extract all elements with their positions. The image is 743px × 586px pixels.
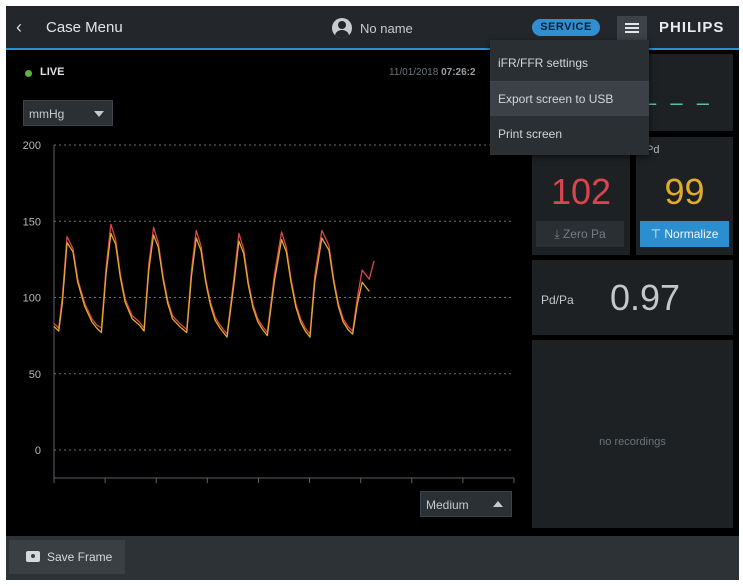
date-text: 11/01/2018 xyxy=(389,67,439,78)
timestamp: 11/01/2018 07:26:2 xyxy=(389,67,476,78)
menu-item-export-usb[interactable]: Export screen to USB xyxy=(490,82,649,116)
normalize-button[interactable]: ⊤ Normalize xyxy=(640,221,729,247)
pd-panel: Pd 99 ⊤ Normalize xyxy=(636,137,733,255)
hamburger-icon xyxy=(625,23,639,25)
zero-pa-button[interactable]: ⤓ Zero Pa xyxy=(536,221,624,247)
y-tick-label: 200 xyxy=(23,140,41,152)
normalize-icon: ⊤ xyxy=(650,227,665,241)
time-text: 07:26:2 xyxy=(441,67,476,78)
pd-pa-ratio-panel: Pd/Pa 0.97 xyxy=(532,260,733,335)
menu-item-ifr-ffr-settings[interactable]: iFR/FFR settings xyxy=(490,46,649,80)
app-window: ‹ Case Menu No name SERVICE PHILIPS LIVE… xyxy=(6,6,739,580)
y-tick-label: 100 xyxy=(23,293,41,305)
normalize-label: Normalize xyxy=(664,227,719,241)
user-icon xyxy=(332,18,352,38)
recordings-panel: no recordings xyxy=(532,340,733,528)
hamburger-menu-button[interactable] xyxy=(617,16,647,40)
case-menu-title[interactable]: Case Menu xyxy=(46,19,123,36)
camera-icon xyxy=(26,551,40,562)
y-tick-label: 150 xyxy=(23,216,41,228)
ifr-value-placeholder: – – – xyxy=(644,90,713,115)
brand-logo: PHILIPS xyxy=(659,19,725,36)
unit-select-value: mmHg xyxy=(29,107,65,121)
y-tick-label: 50 xyxy=(29,369,41,381)
speed-select-value: Medium xyxy=(426,498,469,512)
patient-name: No name xyxy=(360,20,413,36)
chevron-up-icon xyxy=(493,501,503,507)
zero-pa-label: Zero Pa xyxy=(562,227,606,241)
hamburger-icon xyxy=(625,31,639,33)
main-menu-dropdown: iFR/FFR settings Export screen to USB Pr… xyxy=(490,40,649,155)
hamburger-icon xyxy=(625,27,639,29)
y-tick-label: 0 xyxy=(35,445,41,457)
ratio-value: 0.97 xyxy=(610,277,681,318)
unit-select[interactable]: mmHg xyxy=(23,100,113,126)
sweep-speed-select[interactable]: Medium xyxy=(420,491,512,517)
live-label: LIVE xyxy=(40,66,65,78)
pressure-chart: 200 150 100 50 0 xyxy=(23,140,515,483)
pa-value: 102 xyxy=(550,171,612,212)
chevron-down-icon xyxy=(94,111,104,117)
save-frame-button[interactable]: Save Frame xyxy=(9,540,125,574)
pd-value: 99 xyxy=(664,171,705,212)
live-indicator-icon xyxy=(25,70,32,77)
back-arrow-icon[interactable]: ‹ xyxy=(16,18,32,36)
menu-item-print-screen[interactable]: Print screen xyxy=(490,117,649,151)
service-badge[interactable]: SERVICE xyxy=(532,19,600,36)
save-frame-label: Save Frame xyxy=(47,550,113,564)
ratio-label: Pd/Pa xyxy=(541,293,574,307)
download-icon: ⤓ xyxy=(554,227,563,241)
patient-info[interactable]: No name xyxy=(332,17,413,39)
bottom-bar: Save Frame xyxy=(6,536,739,580)
no-recordings-text: no recordings xyxy=(599,436,666,448)
